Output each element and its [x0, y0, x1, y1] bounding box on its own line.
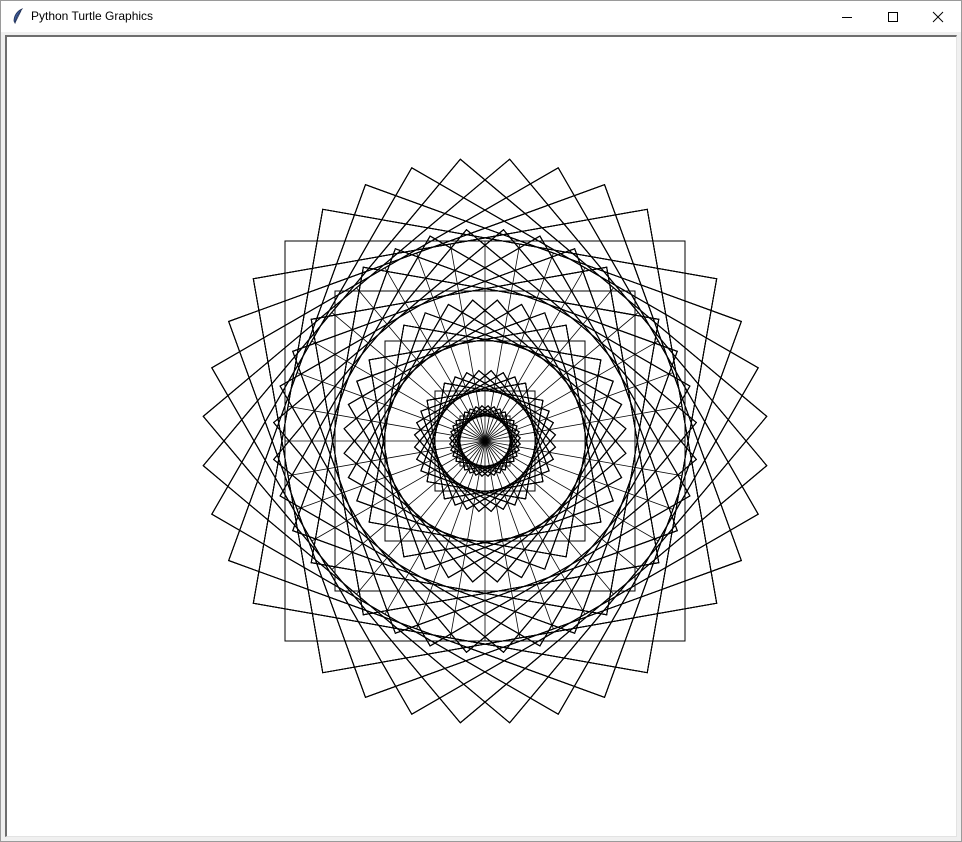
close-icon [932, 11, 944, 22]
minimize-icon [842, 16, 852, 18]
canvas-frame [5, 35, 957, 837]
turtle-window: Python Turtle Graphics [0, 0, 962, 842]
close-button[interactable] [915, 1, 961, 32]
maximize-icon [888, 11, 898, 22]
title-bar[interactable]: Python Turtle Graphics [1, 1, 961, 32]
center-spokes [285, 241, 685, 641]
minimize-button[interactable] [824, 1, 870, 32]
turtle-drawing [202, 158, 768, 724]
turtle-canvas[interactable] [7, 37, 956, 836]
feather-icon [13, 8, 24, 24]
window-title: Python Turtle Graphics [31, 9, 154, 23]
maximize-button[interactable] [870, 1, 916, 32]
